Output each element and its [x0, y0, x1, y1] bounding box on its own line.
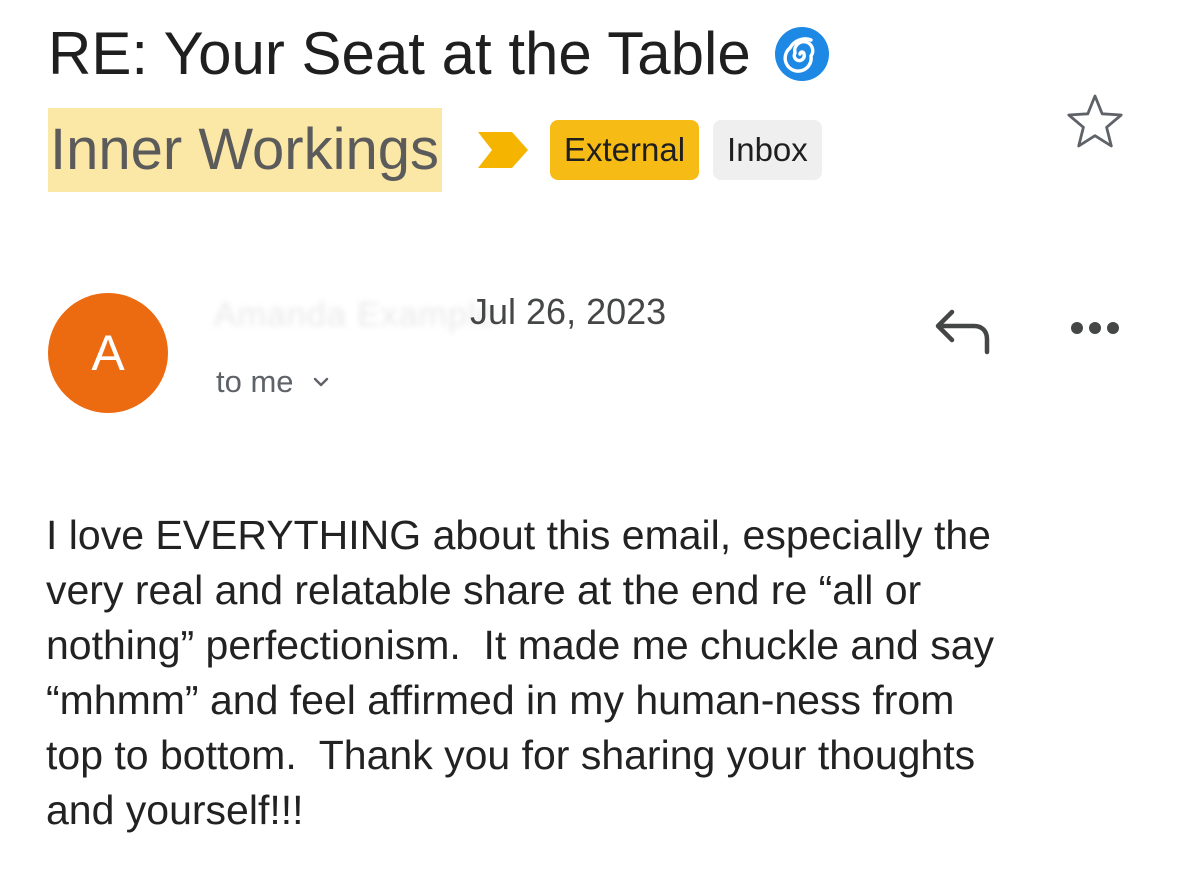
- subject-text: RE: Your Seat at the Table: [48, 20, 751, 87]
- importance-marker-icon[interactable]: [476, 130, 530, 170]
- label-inner-workings[interactable]: Inner Workings: [48, 108, 442, 192]
- sender-avatar[interactable]: A: [48, 293, 168, 413]
- reply-button[interactable]: [932, 302, 994, 356]
- email-view: RE: Your Seat at the Table Inner Working…: [0, 0, 1179, 884]
- star-button[interactable]: [1064, 91, 1126, 153]
- recipient-text: to me: [216, 364, 294, 399]
- inbox-chip[interactable]: Inbox: [713, 120, 822, 180]
- reply-icon: [935, 309, 990, 355]
- star-outline-icon: [1067, 94, 1123, 148]
- email-body: I love EVERYTHING about this email, espe…: [46, 512, 995, 833]
- email-date: Jul 26, 2023: [470, 291, 667, 332]
- external-chip: External: [549, 120, 700, 180]
- more-horizontal-icon: [1071, 322, 1119, 334]
- cyclone-emoji-icon: [773, 25, 831, 83]
- sender-name-redacted[interactable]: Amanda Example: [214, 296, 496, 335]
- labels-row: Inner Workings External Inbox: [48, 108, 822, 192]
- email-subject: RE: Your Seat at the Table: [48, 18, 831, 90]
- recipient-details-toggle[interactable]: to me: [216, 362, 330, 402]
- more-options-button[interactable]: [1064, 306, 1126, 350]
- chevron-down-icon: [312, 376, 330, 388]
